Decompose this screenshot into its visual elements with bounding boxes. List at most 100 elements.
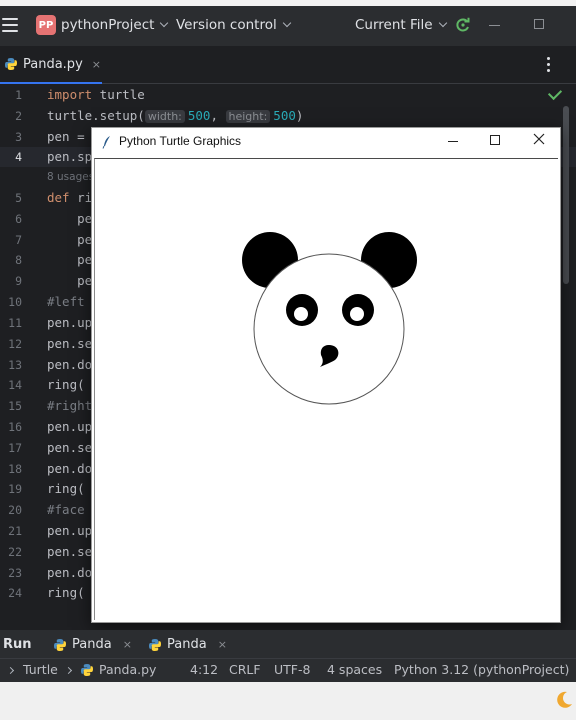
- project-badge[interactable]: PP: [36, 15, 56, 35]
- run-tab[interactable]: Panda ×: [53, 637, 132, 652]
- code-text: pe: [47, 273, 93, 288]
- line-number: 12: [8, 337, 22, 351]
- hamburger-icon[interactable]: [2, 18, 18, 32]
- panda-right-pupil: [350, 307, 364, 321]
- file-encoding[interactable]: UTF-8: [274, 662, 310, 677]
- run-tab-label: Panda: [167, 637, 207, 652]
- line-number: 10: [8, 295, 22, 309]
- close-icon[interactable]: ×: [218, 638, 227, 651]
- indent-setting[interactable]: 4 spaces: [327, 662, 382, 677]
- line-number: 9: [15, 274, 22, 288]
- code-text: pen.do: [47, 565, 93, 580]
- code-line: 2 turtle.setup(width: 500, height: 500): [0, 106, 576, 126]
- tab-panda-py[interactable]: Panda.py ×: [0, 46, 102, 84]
- code-text: #right: [47, 398, 93, 413]
- code-text: pen =: [47, 129, 85, 144]
- moon-icon[interactable]: [554, 690, 574, 710]
- minimize-icon[interactable]: [448, 141, 458, 142]
- caret-position[interactable]: 4:12: [190, 662, 218, 677]
- close-icon[interactable]: ×: [92, 58, 101, 71]
- line-number: 21: [8, 524, 22, 538]
- param-hint: height:: [225, 110, 271, 123]
- breadcrumb-project[interactable]: Turtle: [23, 662, 58, 677]
- chevron-down-icon: [160, 18, 169, 28]
- code-text: pen.up: [47, 419, 93, 434]
- param-hint: width:: [144, 110, 185, 123]
- ide-title-bar: PP pythonProject Version control Current…: [0, 6, 576, 46]
- python-file-icon: [5, 58, 17, 70]
- line-number: 19: [8, 482, 22, 496]
- code-text: pen.se: [47, 544, 93, 559]
- code-text: pen.do: [47, 461, 93, 476]
- python-interpreter[interactable]: Python 3.12 (pythonProject): [394, 662, 569, 677]
- line-separator[interactable]: CRLF: [229, 662, 261, 677]
- turtle-canvas[interactable]: [94, 158, 558, 620]
- breadcrumb-file-label: Panda.py: [99, 662, 157, 677]
- code-text: pen.se: [47, 336, 93, 351]
- code-text: ring(: [47, 585, 85, 600]
- python-file-icon: [81, 663, 93, 676]
- status-bar: Turtle Panda.py 4:12 CRLF UTF-8 4 spaces…: [0, 658, 576, 682]
- code-text: pen.up: [47, 523, 93, 538]
- editor-tab-bar: Panda.py ×: [0, 46, 576, 121]
- run-tab[interactable]: Panda ×: [148, 637, 227, 652]
- panda-face: [253, 253, 405, 405]
- line-number: 16: [8, 420, 22, 434]
- line-number: 18: [8, 462, 22, 476]
- code-text: pe: [47, 252, 93, 267]
- code-text: pen.sp: [47, 149, 93, 164]
- line-number: 13: [8, 358, 22, 372]
- chevron-down-icon: [438, 18, 447, 28]
- run-tool-label[interactable]: Run: [3, 637, 32, 652]
- code-text: #face: [47, 502, 85, 517]
- run-config-label: Current File: [355, 17, 433, 33]
- code-text: ring(: [47, 481, 85, 496]
- code-text: pen.se: [47, 440, 93, 455]
- panda-drawing: [242, 232, 417, 405]
- line-number: 7: [15, 233, 22, 247]
- line-number: 22: [8, 545, 22, 559]
- run-tool-bar: Run Panda × Panda ×: [0, 630, 576, 658]
- close-icon[interactable]: [532, 132, 546, 146]
- line-number: 11: [8, 316, 22, 330]
- code-text: ring(: [47, 377, 85, 392]
- line-number: 2: [15, 109, 22, 123]
- run-tab-label: Panda: [72, 637, 112, 652]
- breadcrumb-chevron-icon: [64, 662, 73, 677]
- python-file-icon: [149, 638, 161, 651]
- code-text: def ri: [47, 190, 93, 205]
- line-number: 5: [15, 191, 22, 205]
- project-selector[interactable]: pythonProject: [61, 17, 169, 33]
- line-number: 6: [15, 212, 22, 226]
- project-name: pythonProject: [61, 17, 155, 33]
- panda-left-pupil: [294, 307, 308, 321]
- os-taskbar: [0, 682, 576, 720]
- code-line: 1 import turtle: [0, 85, 576, 105]
- usages-hint[interactable]: 8 usages: [47, 171, 94, 183]
- code-text: #left: [47, 294, 85, 309]
- line-number: 1: [15, 88, 22, 102]
- code-text: pe: [47, 211, 93, 226]
- python-file-icon: [54, 638, 66, 651]
- line-number: 23: [8, 566, 22, 580]
- code-text: pen.up: [47, 315, 93, 330]
- line-number: 3: [15, 130, 22, 144]
- kebab-icon[interactable]: [547, 57, 551, 75]
- run-config-selector[interactable]: Current File: [355, 17, 447, 33]
- chevron-down-icon: [282, 18, 291, 28]
- version-control-label: Version control: [176, 17, 277, 33]
- code-text: pen.do: [47, 357, 93, 372]
- line-number: 15: [8, 399, 22, 413]
- version-control-menu[interactable]: Version control: [176, 17, 291, 33]
- feather-icon: [102, 136, 110, 149]
- turtle-graphics-window[interactable]: Python Turtle Graphics: [91, 127, 561, 623]
- reload-icon[interactable]: [455, 17, 471, 33]
- line-number: 20: [8, 503, 22, 517]
- turtle-window-titlebar[interactable]: Python Turtle Graphics: [92, 128, 560, 156]
- minimize-icon[interactable]: [489, 25, 500, 26]
- line-number: 14: [8, 378, 22, 392]
- breadcrumb-file[interactable]: Panda.py: [80, 662, 156, 677]
- maximize-icon[interactable]: [490, 135, 500, 145]
- close-icon[interactable]: ×: [123, 638, 132, 651]
- maximize-icon[interactable]: [534, 19, 544, 29]
